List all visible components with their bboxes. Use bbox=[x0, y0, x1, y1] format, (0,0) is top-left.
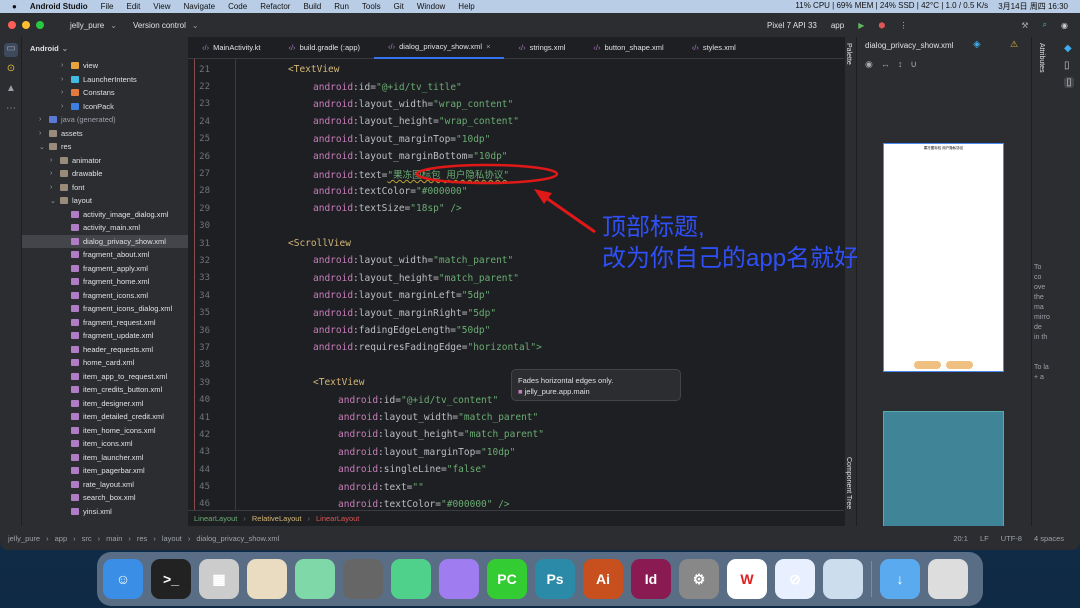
mac-dock: ☺ >_ ▦ PC Ps Ai Id ⚙ W ⊘ ↓ bbox=[97, 552, 983, 606]
dock-terminal-icon[interactable]: >_ bbox=[151, 559, 191, 599]
dock-qq-icon[interactable] bbox=[247, 559, 287, 599]
annotation-arrow bbox=[541, 193, 596, 234]
dock-photoshop-icon[interactable]: Ps bbox=[535, 559, 575, 599]
dock-downloads-icon[interactable]: ↓ bbox=[880, 559, 920, 599]
dock-divider bbox=[871, 561, 872, 597]
dock-launchpad-icon[interactable]: ▦ bbox=[199, 559, 239, 599]
highlight-ellipse bbox=[415, 163, 559, 185]
dock-app-planet-icon[interactable] bbox=[439, 559, 479, 599]
dock-finder-icon[interactable]: ☺ bbox=[103, 559, 143, 599]
dock-wps-icon[interactable]: W bbox=[727, 559, 767, 599]
dock-pycharm-icon[interactable]: PC bbox=[487, 559, 527, 599]
dock-safari-icon[interactable]: ⊘ bbox=[775, 559, 815, 599]
dock-preview-icon[interactable] bbox=[823, 559, 863, 599]
dock-app-bird-icon[interactable] bbox=[343, 559, 383, 599]
dock-trash-icon[interactable] bbox=[928, 559, 968, 599]
dock-indesign-icon[interactable]: Id bbox=[631, 559, 671, 599]
dock-system-settings-icon[interactable]: ⚙ bbox=[679, 559, 719, 599]
dock-android-studio-icon[interactable] bbox=[391, 559, 431, 599]
dock-app-cartoon-icon[interactable] bbox=[295, 559, 335, 599]
annotation-overlay bbox=[415, 163, 596, 234]
dock-illustrator-icon[interactable]: Ai bbox=[583, 559, 623, 599]
